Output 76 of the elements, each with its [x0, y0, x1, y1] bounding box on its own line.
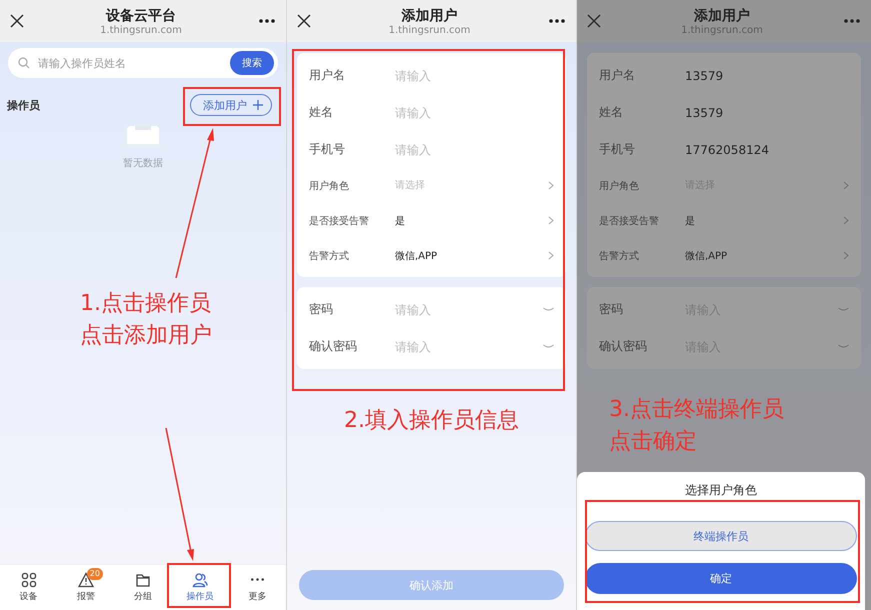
- field-label: 密码: [309, 301, 334, 318]
- more-icon[interactable]: [258, 18, 276, 24]
- tab-item[interactable]: 设备: [0, 565, 58, 610]
- input-field[interactable]: 17762058124: [685, 142, 849, 156]
- input-field[interactable]: 请输入: [395, 340, 537, 354]
- page-url: 1.thingsrun.com: [681, 24, 763, 36]
- eye-closed-icon[interactable]: [838, 307, 849, 312]
- field-label: 告警方式: [599, 250, 640, 262]
- annotation-text: 1.点击操作员: [80, 290, 212, 318]
- field-label: 用户角色: [599, 180, 640, 192]
- people-icon: [192, 572, 208, 588]
- page-title: 设备云平台: [106, 6, 176, 24]
- chevron-icon[interactable]: [548, 216, 554, 225]
- empty-state-text: 暂无数据: [123, 156, 163, 170]
- search-icon: [18, 57, 30, 69]
- input-field[interactable]: 请输入: [395, 68, 554, 82]
- more-icon[interactable]: [548, 18, 566, 24]
- plus-icon: [253, 100, 263, 110]
- page-url: 1.thingsrun.com: [388, 24, 470, 36]
- field-label: 确认密码: [309, 338, 358, 355]
- highlight-frame: [167, 563, 231, 608]
- eye-closed-icon[interactable]: [838, 344, 849, 349]
- add-user-button[interactable]: 添加用户: [190, 94, 272, 116]
- annotation-text: 点击确定: [609, 428, 698, 456]
- folder-icon: [135, 572, 151, 588]
- chevron-icon[interactable]: [548, 181, 554, 190]
- annotation-text: 点击添加用户: [80, 322, 213, 350]
- page-title: 添加用户: [402, 6, 458, 24]
- count-badge: 20: [86, 568, 103, 580]
- sheet-title: 选择用户角色: [685, 482, 757, 499]
- close-icon[interactable]: [10, 14, 24, 28]
- field-label: 用户名: [309, 67, 346, 84]
- field-label: 确认密码: [599, 338, 648, 355]
- input-field[interactable]: 13579: [685, 106, 849, 120]
- input-field[interactable]: 是: [395, 215, 542, 226]
- input-field[interactable]: 请输入: [395, 142, 554, 156]
- search-field[interactable]: 请输入操作员姓名 搜索: [8, 48, 278, 78]
- tab-item[interactable]: 报警 20: [57, 565, 114, 610]
- field-label: 密码: [599, 301, 624, 318]
- field-label: 用户角色: [309, 180, 350, 192]
- field-label: 是否接受告警: [599, 214, 660, 228]
- field-label: 用户名: [599, 67, 636, 84]
- input-field[interactable]: 微信,APP: [685, 250, 837, 261]
- chevron-icon[interactable]: [843, 216, 849, 225]
- field-label: 姓名: [309, 104, 334, 121]
- field-label: 手机号: [309, 141, 346, 158]
- chevron-icon[interactable]: [843, 181, 849, 190]
- input-field[interactable]: 请输入: [395, 302, 537, 316]
- field-label: 手机号: [599, 141, 636, 158]
- field-label: 告警方式: [309, 250, 350, 262]
- tab-item[interactable]: 分组: [114, 565, 172, 610]
- chevron-icon[interactable]: [548, 251, 554, 260]
- page-url: 1.thingsrun.com: [100, 24, 182, 36]
- eye-closed-icon[interactable]: [543, 307, 554, 312]
- chevron-icon[interactable]: [843, 251, 849, 260]
- role-option[interactable]: 终端操作员: [585, 521, 857, 551]
- input-field[interactable]: 微信,APP: [395, 250, 542, 261]
- close-icon[interactable]: [587, 14, 601, 28]
- annotation-text: 3.点击终端操作员: [609, 396, 784, 424]
- input-field[interactable]: 13579: [685, 68, 849, 82]
- input-field[interactable]: 请选择: [395, 180, 542, 191]
- field-label: 姓名: [599, 104, 624, 121]
- input-field[interactable]: 是: [685, 215, 837, 226]
- tab-item[interactable]: 更多: [228, 565, 286, 610]
- page-title: 添加用户: [694, 6, 750, 24]
- section-title: 操作员: [7, 98, 40, 112]
- input-field[interactable]: 请输入: [395, 106, 554, 120]
- more-icon: [250, 578, 264, 581]
- grid-icon: [20, 572, 37, 588]
- close-icon[interactable]: [297, 14, 311, 28]
- eye-closed-icon[interactable]: [543, 344, 554, 349]
- annotation-text: 2.填入操作员信息: [344, 407, 519, 435]
- tab-item[interactable]: 操作员: [172, 565, 229, 610]
- field-label: 是否接受告警: [309, 214, 370, 228]
- search-button[interactable]: 搜索: [230, 51, 274, 75]
- confirm-button[interactable]: 确定: [585, 563, 857, 594]
